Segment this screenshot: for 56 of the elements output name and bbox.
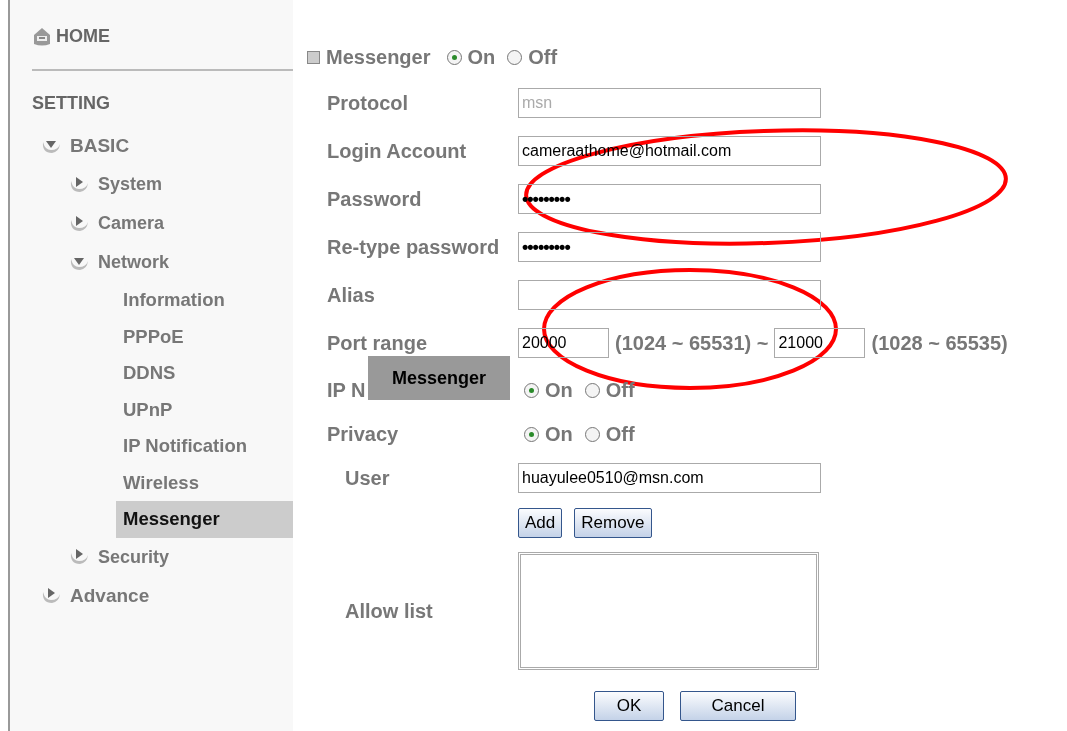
text-field[interactable] bbox=[518, 280, 821, 310]
list-box[interactable] bbox=[518, 552, 819, 670]
password-field[interactable]: ••••••••• bbox=[518, 232, 821, 262]
option-label: Off bbox=[605, 378, 635, 402]
menu-item[interactable]: Information bbox=[116, 282, 293, 319]
menu-item[interactable]: UPnP bbox=[116, 391, 293, 428]
radio-button[interactable] bbox=[584, 382, 600, 398]
home-link[interactable]: HOME bbox=[32, 26, 110, 47]
radio-button[interactable] bbox=[507, 49, 523, 65]
field-label: Allow list bbox=[344, 599, 433, 623]
field-label: User bbox=[344, 466, 390, 490]
option-label: On bbox=[545, 378, 573, 402]
field-label: Re-type password bbox=[326, 235, 500, 259]
menu-item[interactable]: Camera bbox=[98, 213, 165, 234]
house-icon bbox=[32, 26, 52, 47]
option-label: Off bbox=[605, 423, 635, 446]
menu-item[interactable]: IP Notification bbox=[116, 428, 293, 465]
port-field[interactable]: 21000 bbox=[774, 328, 866, 358]
field-label: IP N bbox=[326, 378, 366, 402]
square-icon bbox=[307, 50, 320, 64]
tooltip: Messenger bbox=[368, 356, 510, 400]
range-hint: (1024 ~ 65531) ~ bbox=[615, 331, 769, 355]
list-button[interactable]: Add bbox=[518, 508, 563, 538]
menu-item[interactable]: DDNS bbox=[116, 355, 293, 392]
right-arrow-icon[interactable] bbox=[40, 586, 62, 606]
right-arrow-icon[interactable] bbox=[68, 213, 90, 234]
right-arrow-icon[interactable] bbox=[68, 547, 90, 567]
menu-item[interactable]: System bbox=[98, 174, 163, 195]
list-button[interactable]: Remove bbox=[574, 508, 652, 538]
field-label: Port range bbox=[326, 331, 428, 355]
range-hint: (1028 ~ 65535) bbox=[871, 331, 1008, 355]
radio-button[interactable] bbox=[446, 49, 462, 65]
right-arrow-icon[interactable] bbox=[68, 174, 90, 195]
field-label: Privacy bbox=[326, 423, 399, 446]
field-label: Login Account bbox=[326, 139, 467, 163]
option-label: On bbox=[467, 45, 496, 69]
menu-item[interactable]: Wireless bbox=[116, 464, 293, 501]
field-label: Password bbox=[326, 187, 422, 211]
section-heading: SETTING bbox=[32, 93, 110, 114]
radio-button[interactable] bbox=[584, 427, 600, 442]
menu-item[interactable]: Network bbox=[98, 252, 169, 273]
menu-item[interactable]: BASIC bbox=[70, 134, 130, 157]
radio-button[interactable] bbox=[524, 427, 539, 442]
text-field[interactable]: huayulee0510@msn.com bbox=[518, 463, 821, 493]
form-button[interactable]: Cancel bbox=[680, 691, 796, 721]
option-label: On bbox=[545, 423, 573, 446]
section-title: Messenger bbox=[326, 45, 431, 69]
radio-button[interactable] bbox=[524, 382, 539, 398]
field-label: Protocol bbox=[326, 91, 409, 115]
form-button[interactable]: OK bbox=[594, 691, 664, 721]
field-label: Alias bbox=[326, 283, 375, 307]
menu-item[interactable]: Security bbox=[98, 546, 170, 568]
menu-item[interactable]: Advance bbox=[70, 585, 150, 607]
menu-item[interactable]: Messenger bbox=[116, 501, 293, 538]
option-label: Off bbox=[528, 45, 558, 69]
menu-item[interactable]: PPPoE bbox=[116, 318, 293, 355]
